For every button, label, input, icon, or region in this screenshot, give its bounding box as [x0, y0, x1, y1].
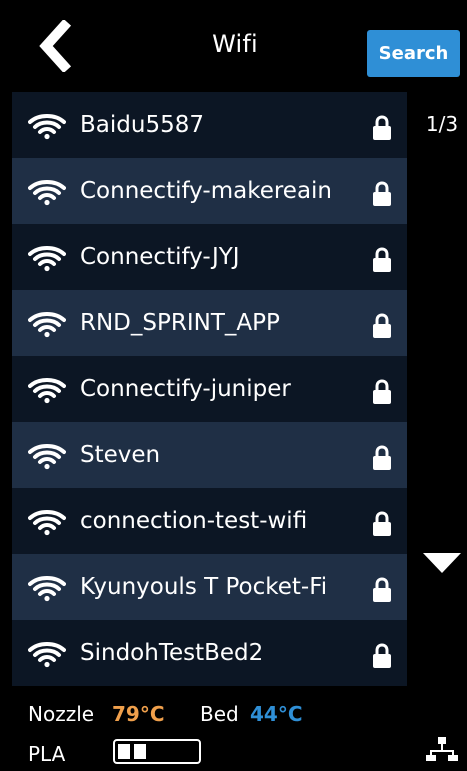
wifi-icon [28, 180, 66, 206]
wifi-ssid: connection-test-wifi [80, 508, 308, 534]
material-level-segment [118, 744, 130, 759]
lock-icon [373, 247, 391, 272]
material-label: PLA [28, 742, 66, 766]
lock-icon [373, 379, 391, 404]
wifi-network-row[interactable]: Baidu5587 [12, 92, 407, 158]
page-title: Wifi [212, 30, 258, 58]
search-button-label: Search [378, 43, 449, 64]
status-footer [0, 686, 467, 771]
bed-label: Bed [200, 702, 239, 726]
wifi-ssid: Steven [80, 442, 161, 468]
material-level-gauge [113, 739, 201, 764]
wifi-network-row[interactable]: connection-test-wifi [12, 488, 407, 554]
material-level-segment [134, 744, 146, 759]
page-down-button[interactable] [419, 550, 465, 576]
back-button[interactable] [28, 18, 84, 76]
search-button[interactable]: Search [367, 30, 460, 77]
wifi-icon [28, 444, 66, 470]
wifi-network-list: Baidu5587 Connectify-makereain Connectif… [12, 92, 407, 686]
wifi-icon [28, 510, 66, 536]
wifi-network-row[interactable]: SindohTestBed2 [12, 620, 407, 686]
wifi-network-row[interactable]: Connectify-makereain [12, 158, 407, 224]
lock-icon [373, 577, 391, 602]
wifi-ssid: Connectify-JYJ [80, 244, 240, 270]
wifi-network-row[interactable]: Kyunyouls T Pocket-Fi [12, 554, 407, 620]
wifi-ssid: Kyunyouls T Pocket-Fi [80, 574, 328, 600]
lock-icon [373, 313, 391, 338]
wifi-network-row[interactable]: RND_SPRINT_APP [12, 290, 407, 356]
wifi-icon [28, 378, 66, 404]
wifi-ssid: Connectify-juniper [80, 376, 291, 402]
header: Wifi Search [0, 0, 467, 92]
chevron-left-icon [36, 18, 76, 76]
material-level-fill [118, 744, 146, 759]
page-indicator: 1/3 [425, 112, 459, 136]
wifi-ssid: Baidu5587 [80, 112, 204, 138]
lock-icon [373, 643, 391, 668]
wifi-icon [28, 576, 66, 602]
wifi-icon [28, 312, 66, 338]
wifi-icon [28, 114, 66, 140]
triangle-down-icon [423, 553, 461, 573]
lock-icon [373, 511, 391, 536]
wifi-network-row[interactable]: Connectify-JYJ [12, 224, 407, 290]
wifi-icon [28, 246, 66, 272]
wifi-ssid: Connectify-makereain [80, 178, 333, 204]
wifi-network-row[interactable]: Steven [12, 422, 407, 488]
lock-icon [373, 181, 391, 206]
lock-icon [373, 115, 391, 140]
nozzle-label: Nozzle [28, 702, 95, 726]
wifi-icon [28, 642, 66, 668]
wifi-network-row[interactable]: Connectify-juniper [12, 356, 407, 422]
network-icon[interactable] [424, 735, 460, 763]
lock-icon [373, 445, 391, 470]
nozzle-temperature: 79°C [112, 702, 165, 726]
wifi-ssid: SindohTestBed2 [80, 640, 264, 666]
bed-temperature: 44°C [250, 702, 303, 726]
wifi-ssid: RND_SPRINT_APP [80, 310, 280, 336]
